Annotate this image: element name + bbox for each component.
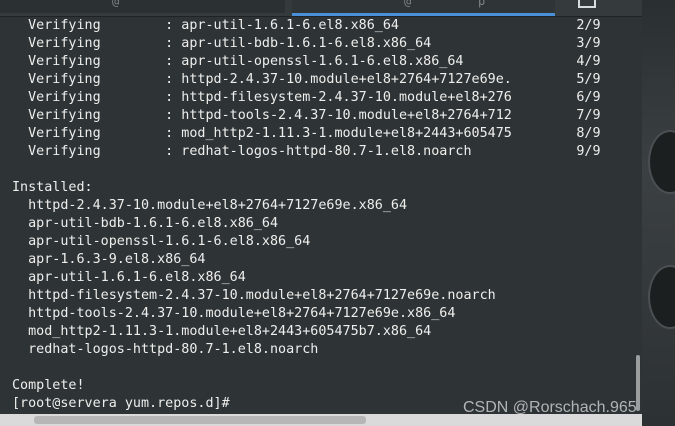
verify-line: Verifying : redhat-logos-httpd-80.7-1.el…: [12, 144, 601, 159]
installed-package: redhat-logos-httpd-80.7-1.el8.noarch: [12, 342, 319, 357]
vertical-scrollbar[interactable]: [634, 17, 642, 414]
installed-package: apr-util-1.6.1-6.el8.x86_64: [12, 270, 246, 285]
tab-previous[interactable]: @: [0, 0, 285, 13]
verify-line: Verifying : httpd-filesystem-2.4.37-10.m…: [12, 90, 601, 105]
installed-package: apr-1.6.3-9.el8.x86_64: [12, 252, 206, 267]
horizontal-scroll-thumb[interactable]: [34, 416, 366, 424]
installed-package: httpd-filesystem-2.4.37-10.module+el8+27…: [12, 288, 496, 303]
verify-line: Verifying : mod_http2-1.11.3-1.module+el…: [12, 126, 601, 141]
verify-line: Verifying : apr-util-1.6.1-6.el8.x86_64 …: [12, 18, 601, 33]
tab-active[interactable]: @ p: [292, 0, 555, 16]
installed-package: mod_http2-1.11.3-1.module+el8+2443+60547…: [12, 324, 432, 339]
installed-package: httpd-tools-2.4.37-10.module+el8+2764+71…: [12, 306, 456, 321]
installed-package: apr-util-openssl-1.6.1-6.el8.x86_64: [12, 234, 311, 249]
installed-package: httpd-2.4.37-10.module+el8+2764+7127e69e…: [12, 198, 408, 213]
background-decoration: [648, 265, 675, 329]
verify-line: Verifying : apr-util-openssl-1.6.1-6.el8…: [12, 54, 601, 69]
complete-message: Complete!: [12, 378, 85, 393]
tab-label-fragment: p: [478, 0, 486, 8]
verify-line: Verifying : apr-util-bdb-1.6.1-6.el8.x86…: [12, 36, 601, 51]
watermark-text: CSDN @Rorschach.965: [463, 399, 637, 416]
new-tab-icon[interactable]: [578, 0, 596, 8]
verify-line: Verifying : httpd-2.4.37-10.module+el8+2…: [12, 72, 601, 87]
desktop-background: [642, 0, 675, 426]
shell-prompt[interactable]: [root@servera yum.repos.d]#: [12, 395, 230, 413]
terminal-output[interactable]: Verifying : apr-util-1.6.1-6.el8.x86_64 …: [0, 17, 642, 414]
verify-line: Verifying : httpd-tools-2.4.37-10.module…: [12, 108, 601, 123]
tab-bar: @ @ p: [0, 0, 675, 17]
background-decoration: [648, 130, 675, 194]
installed-package: apr-util-bdb-1.6.1-6.el8.x86_64: [12, 216, 279, 231]
installed-header: Installed:: [12, 180, 93, 195]
tab-label-fragment: @: [112, 0, 120, 8]
tab-label-fragment: @: [404, 0, 412, 8]
